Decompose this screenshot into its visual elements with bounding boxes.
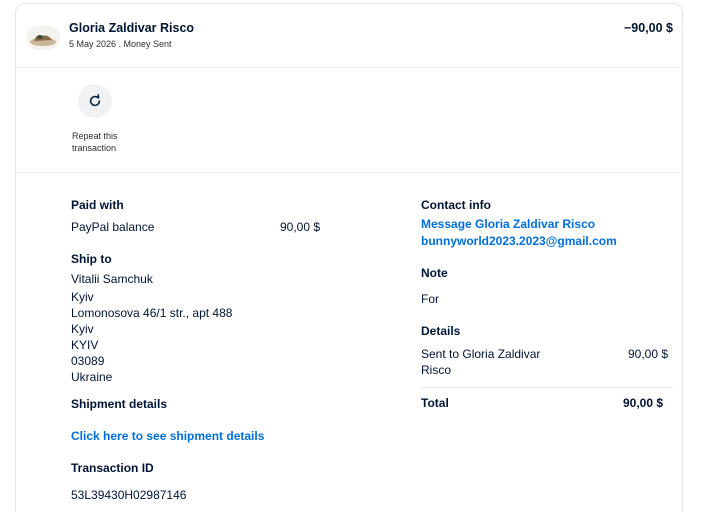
details-row-label: Sent to Gloria Zaldivar Risco bbox=[421, 347, 541, 377]
paid-with-heading: Paid with bbox=[71, 198, 124, 212]
total-amount: 90,00 $ bbox=[623, 396, 664, 410]
ship-to-line: Kyiv bbox=[71, 322, 94, 336]
counterparty-name: Gloria Zaldivar Risco bbox=[69, 21, 195, 35]
note-text: For bbox=[421, 292, 439, 306]
contact-email-link[interactable]: bunnyworld2023.2023@gmail.com bbox=[421, 234, 617, 248]
ship-to-line: KYIV bbox=[71, 338, 99, 352]
shipment-details-link[interactable]: Click here to see shipment details bbox=[71, 429, 264, 443]
transaction-amount: −90,00 $ bbox=[623, 21, 673, 35]
total-divider bbox=[421, 387, 673, 388]
repeat-transaction-button[interactable] bbox=[78, 84, 112, 118]
ship-to-heading: Ship to bbox=[71, 252, 112, 266]
total-label: Total bbox=[421, 396, 449, 410]
payment-method: PayPal balance bbox=[71, 220, 155, 234]
transaction-id: 53L39430H02987146 bbox=[71, 488, 187, 502]
payment-amount: 90,00 $ bbox=[280, 220, 321, 234]
details-row-amount: 90,00 $ bbox=[628, 347, 669, 361]
transaction-date-type: 5 May 2026 . Money Sent bbox=[69, 39, 172, 49]
transaction-header: Gloria Zaldivar Risco 5 May 2026 . Money… bbox=[16, 4, 682, 68]
transaction-card: Gloria Zaldivar Risco 5 May 2026 . Money… bbox=[15, 3, 683, 512]
contact-info-heading: Contact info bbox=[421, 198, 491, 212]
details-heading: Details bbox=[421, 324, 461, 338]
message-contact-link[interactable]: Message Gloria Zaldivar Risco bbox=[421, 217, 595, 231]
product-thumbnail-icon bbox=[26, 26, 60, 50]
ship-to-line: 03089 bbox=[71, 354, 105, 368]
ship-to-line: Vitalii Samchuk bbox=[71, 272, 153, 286]
ship-to-line: Lomonosova 46/1 str., apt 488 bbox=[71, 306, 233, 320]
ship-to-line: Ukraine bbox=[71, 370, 113, 384]
ship-to-line: Kyiv bbox=[71, 290, 94, 304]
repeat-transaction-label: Repeat this transaction bbox=[72, 131, 118, 153]
note-heading: Note bbox=[421, 266, 448, 280]
shipment-details-heading: Shipment details bbox=[71, 397, 168, 411]
transaction-id-heading: Transaction ID bbox=[71, 461, 154, 475]
refresh-icon bbox=[89, 94, 101, 107]
repeat-section: Repeat this transaction bbox=[16, 69, 682, 173]
